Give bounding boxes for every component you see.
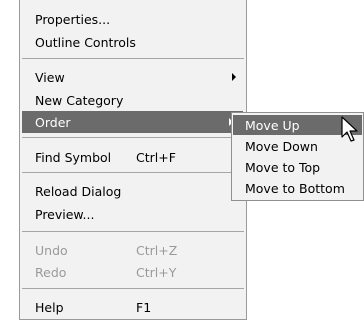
menu-item-properties[interactable]: Properties... — [20, 8, 246, 30]
menu-item-view[interactable]: View — [20, 66, 246, 88]
menu-separator — [22, 172, 244, 173]
submenu-item-label: Move Up — [245, 117, 300, 133]
menu-item-label: Outline Controls — [35, 34, 136, 50]
menu-item-label: Undo — [35, 242, 68, 258]
menu-item-shortcut: F1 — [136, 299, 152, 315]
menu-separator — [22, 288, 244, 289]
menu-item-label: Help — [35, 299, 64, 315]
menu-separator — [22, 137, 244, 138]
context-menu: Properties... Outline Controls View New … — [19, 0, 247, 320]
submenu-item-label: Move to Top — [245, 159, 321, 175]
menu-separator — [22, 231, 244, 232]
menu-item-preview[interactable]: Preview... — [20, 203, 246, 225]
menu-item-label: Redo — [35, 264, 67, 280]
mouse-cursor-icon — [341, 116, 358, 142]
menu-item-label: Preview... — [35, 206, 95, 222]
menu-item-label: New Category — [35, 92, 124, 108]
menu-item-redo: Redo Ctrl+Y — [20, 261, 246, 283]
menu-item-label: Properties... — [35, 11, 111, 27]
menu-item-reload-dialog[interactable]: Reload Dialog — [20, 180, 246, 202]
menu-item-find-symbol[interactable]: Find Symbol Ctrl+F — [20, 146, 246, 168]
menu-item-label: View — [35, 69, 65, 85]
menu-item-label: Reload Dialog — [35, 183, 122, 199]
submenu-item-move-to-top[interactable]: Move to Top — [233, 157, 362, 177]
menu-item-label: Order — [35, 114, 71, 130]
menu-item-undo: Undo Ctrl+Z — [20, 239, 246, 261]
menu-item-shortcut: Ctrl+Y — [136, 264, 177, 280]
menu-separator — [22, 58, 244, 59]
submenu-item-label: Move to Bottom — [245, 180, 345, 196]
submenu-item-move-to-bottom[interactable]: Move to Bottom — [233, 178, 362, 198]
menu-item-shortcut: Ctrl+F — [136, 149, 176, 165]
menu-item-label: Find Symbol — [35, 149, 112, 165]
menu-item-outline-controls[interactable]: Outline Controls — [20, 31, 246, 53]
menu-item-new-category[interactable]: New Category — [20, 89, 246, 111]
menu-item-shortcut: Ctrl+Z — [136, 242, 178, 258]
submenu-item-label: Move Down — [245, 138, 318, 154]
submenu-arrow-icon — [232, 73, 236, 81]
menu-item-order[interactable]: Order — [22, 111, 243, 133]
menu-item-help[interactable]: Help F1 — [20, 296, 246, 318]
